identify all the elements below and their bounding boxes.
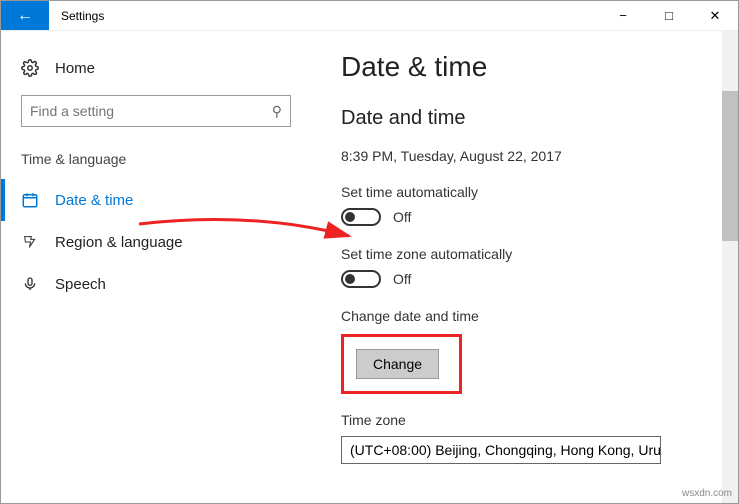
auto-time-state: Off xyxy=(393,209,411,225)
arrow-left-icon: ← xyxy=(17,7,33,25)
sidebar-item-region-language[interactable]: Region & language xyxy=(1,221,311,263)
change-date-time-label: Change date and time xyxy=(341,308,738,324)
window-title: Settings xyxy=(49,1,600,30)
minimize-icon: − xyxy=(619,8,627,23)
auto-tz-toggle[interactable] xyxy=(341,270,381,288)
close-icon: ✕ xyxy=(710,8,721,24)
watermark: wsxdn.com xyxy=(682,488,732,499)
auto-time-label: Set time automatically xyxy=(341,184,738,200)
sidebar: Home ⚲ Time & language Date & time Regio… xyxy=(1,31,311,503)
change-button[interactable]: Change xyxy=(356,349,439,379)
timezone-label: Time zone xyxy=(341,412,738,428)
window-controls: − □ ✕ xyxy=(600,1,738,30)
timezone-select[interactable]: (UTC+08:00) Beijing, Chongqing, Hong Kon… xyxy=(341,436,661,464)
main-panel: Date & time Date and time 8:39 PM, Tuesd… xyxy=(311,31,738,503)
maximize-button[interactable]: □ xyxy=(646,1,692,30)
titlebar: ← Settings − □ ✕ xyxy=(1,1,738,31)
maximize-icon: □ xyxy=(665,8,673,23)
microphone-icon xyxy=(21,275,39,293)
home-nav[interactable]: Home xyxy=(1,51,311,95)
sidebar-section-heading: Time & language xyxy=(1,151,311,179)
content-area: Home ⚲ Time & language Date & time Regio… xyxy=(1,31,738,503)
search-box[interactable]: ⚲ xyxy=(21,95,291,127)
scrollbar[interactable] xyxy=(722,31,738,503)
auto-tz-state: Off xyxy=(393,271,411,287)
close-button[interactable]: ✕ xyxy=(692,1,738,30)
change-highlight-box: Change xyxy=(341,334,462,394)
globe-icon xyxy=(21,233,39,251)
current-datetime: 8:39 PM, Tuesday, August 22, 2017 xyxy=(341,148,738,164)
minimize-button[interactable]: − xyxy=(600,1,646,30)
sidebar-item-speech[interactable]: Speech xyxy=(1,263,311,305)
auto-time-toggle-row: Off xyxy=(341,208,738,226)
scrollbar-thumb[interactable] xyxy=(722,91,738,241)
sidebar-item-label: Date & time xyxy=(55,192,133,209)
sidebar-item-label: Speech xyxy=(55,276,106,293)
sidebar-item-label: Region & language xyxy=(55,234,183,251)
sidebar-item-date-time[interactable]: Date & time xyxy=(1,179,311,221)
search-input[interactable] xyxy=(30,103,244,119)
home-label: Home xyxy=(55,60,95,77)
search-icon: ⚲ xyxy=(272,103,282,120)
auto-tz-label: Set time zone automatically xyxy=(341,246,738,262)
auto-tz-toggle-row: Off xyxy=(341,270,738,288)
gear-icon xyxy=(21,59,39,77)
section-heading: Date and time xyxy=(341,107,738,130)
page-title: Date & time xyxy=(341,51,738,83)
auto-time-toggle[interactable] xyxy=(341,208,381,226)
back-button[interactable]: ← xyxy=(1,1,49,30)
clock-icon xyxy=(21,191,39,209)
